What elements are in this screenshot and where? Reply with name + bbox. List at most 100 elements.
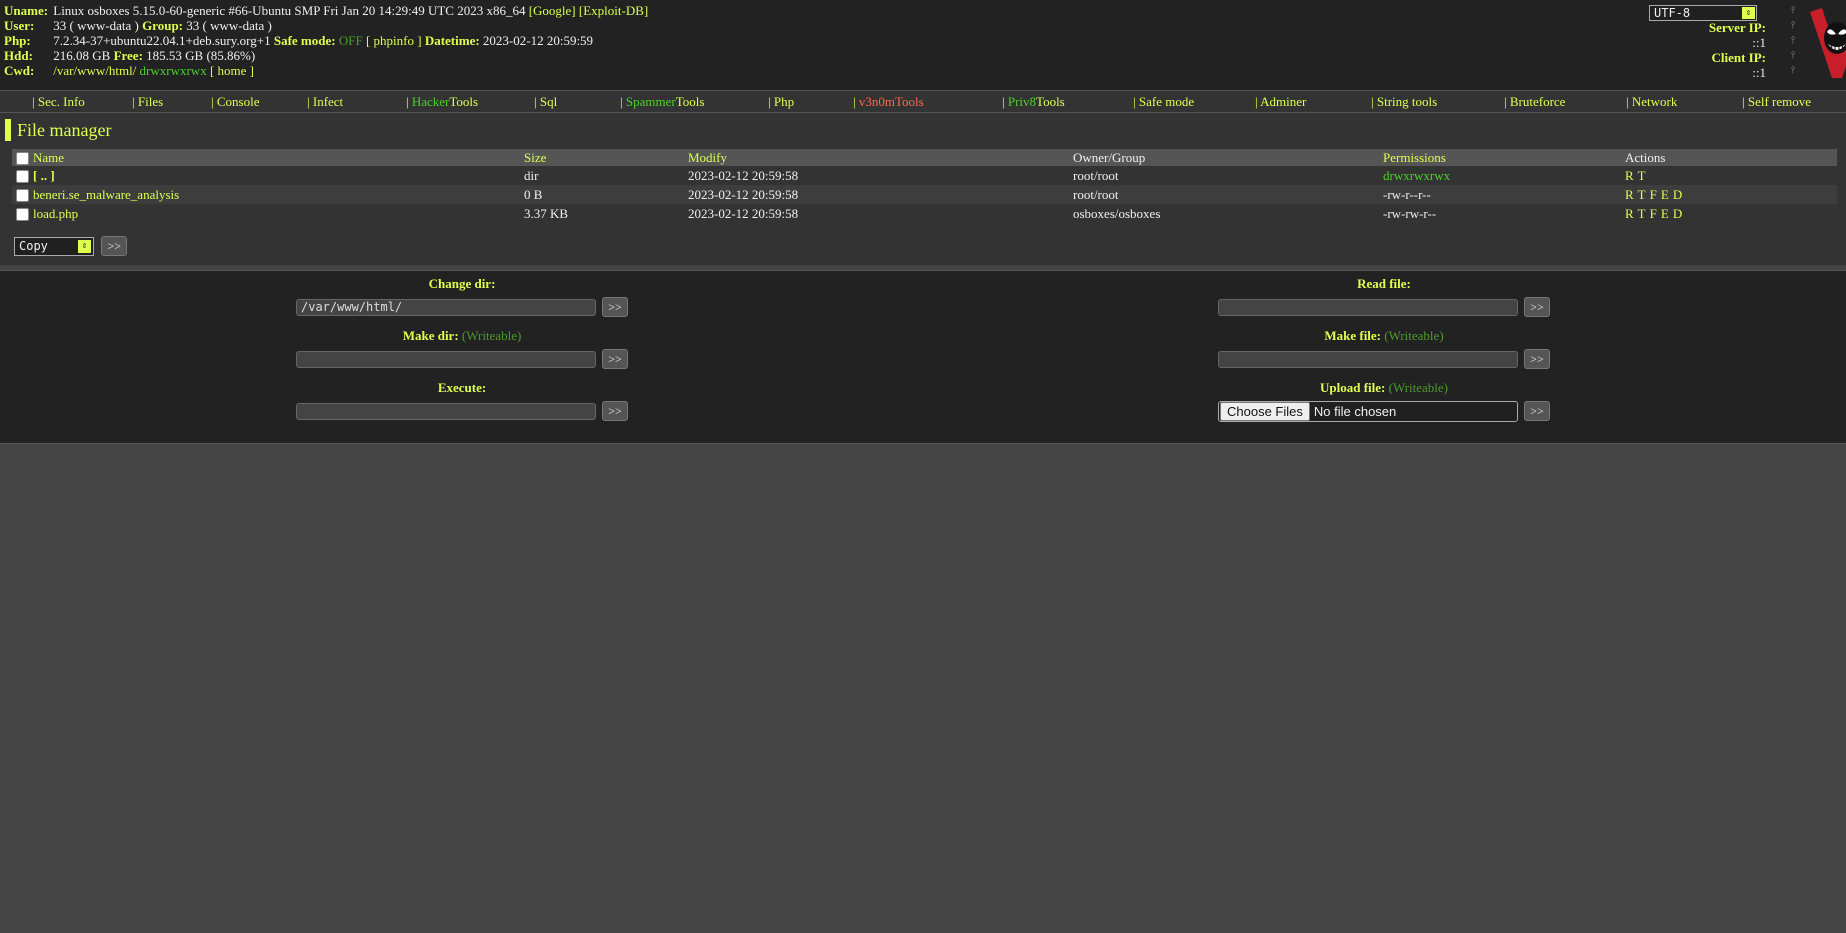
row-checkbox[interactable] (16, 189, 29, 203)
free-label: Free: (113, 48, 143, 63)
make-dir-go-button[interactable]: >> (602, 349, 628, 369)
upload-file-label: Upload file: (1319, 380, 1386, 395)
menu-network[interactable]: | Network (1626, 94, 1677, 110)
action-rename[interactable]: R (1625, 187, 1634, 202)
read-file-go-button[interactable]: >> (1524, 297, 1550, 317)
execute-input[interactable] (296, 402, 596, 420)
uname-row: Uname: Linux osboxes 5.15.0-60-generic #… (4, 3, 648, 18)
file-modify: 2023-02-12 20:59:58 (684, 185, 1069, 204)
file-name-link[interactable]: load.php (33, 206, 78, 221)
charset-value: UTF-8 (1654, 6, 1691, 20)
make-file-go-button[interactable]: >> (1524, 349, 1550, 369)
exploitdb-link[interactable]: [Exploit-DB] (579, 3, 648, 18)
select-all-checkbox[interactable] (16, 152, 29, 166)
cwd-row: Cwd: /var/www/html/ drwxrwxrwx [ home ] (4, 63, 648, 78)
menu-sql[interactable]: | Sql (534, 94, 557, 110)
menu-spammer-tools[interactable]: | SpammerTools (620, 94, 704, 110)
file-perms[interactable]: drwxrwxrwx (1379, 166, 1621, 185)
file-size: 0 B (520, 185, 684, 204)
tools-forms: Change dir: /var/www/html/ >> Read file:… (0, 270, 1846, 444)
choose-files-button[interactable]: Choose Files (1220, 401, 1310, 421)
change-dir-input[interactable]: /var/www/html/ (296, 298, 596, 316)
menu-safe-mode[interactable]: | Safe mode (1133, 94, 1194, 110)
col-modify[interactable]: Modify (684, 149, 1069, 166)
file-actions: RT (1621, 166, 1837, 185)
safe-mode-label: Safe mode: (273, 33, 336, 48)
file-modify: 2023-02-12 20:59:58 (684, 204, 1069, 223)
phpinfo-link[interactable]: [ phpinfo ] (366, 33, 422, 48)
make-file-input[interactable] (1218, 350, 1518, 368)
table-row: load.php 3.37 KB 2023-02-12 20:59:58 osb… (12, 204, 1837, 223)
datetime-label: Datetime: (424, 33, 480, 48)
file-name-link[interactable]: beneri.se_malware_analysis (33, 187, 179, 202)
menu-priv8-tools[interactable]: | Priv8Tools (1002, 94, 1065, 110)
action-download[interactable]: D (1673, 187, 1682, 202)
action-edit[interactable]: E (1661, 206, 1669, 221)
action-rename[interactable]: R (1625, 168, 1634, 183)
upload-go-button[interactable]: >> (1524, 401, 1550, 421)
row-checkbox[interactable] (16, 208, 29, 222)
col-size[interactable]: Size (520, 149, 684, 166)
user-value: 33 ( www-data ) (53, 18, 139, 33)
read-file-form: Read file: >> (1214, 275, 1554, 321)
menu-sec-info[interactable]: | Sec. Info (32, 94, 85, 110)
menu-self-remove[interactable]: | Self remove (1742, 94, 1811, 110)
google-link[interactable]: [Google] (529, 3, 576, 18)
menu-adminer[interactable]: | Adminer (1255, 94, 1306, 110)
upload-file-input[interactable]: Choose Files No file chosen (1218, 400, 1518, 422)
file-owner: osboxes/osboxes (1069, 204, 1379, 223)
make-dir-input[interactable] (296, 350, 596, 368)
col-actions: Actions (1621, 149, 1837, 166)
action-touch[interactable]: T (1638, 206, 1646, 221)
menu-bruteforce[interactable]: | Bruteforce (1504, 94, 1565, 110)
menu-files[interactable]: | Files (132, 94, 163, 110)
menu-string-tools[interactable]: | String tools (1371, 94, 1437, 110)
col-permissions[interactable]: Permissions (1379, 149, 1621, 166)
select-arrows-icon: ⇕ (1742, 7, 1755, 19)
change-dir-form: Change dir: /var/www/html/ >> (292, 275, 632, 321)
make-file-label: Make file: (1324, 328, 1382, 343)
file-actions: RTFED (1621, 185, 1837, 204)
file-name-link[interactable]: [ .. ] (33, 168, 55, 183)
server-info: Uname: Linux osboxes 5.15.0-60-generic #… (4, 3, 648, 78)
file-perms[interactable]: -rw-r--r-- (1379, 185, 1621, 204)
home-link[interactable]: [ home ] (210, 63, 254, 78)
server-info-header: Uname: Linux osboxes 5.15.0-60-generic #… (0, 0, 1846, 90)
action-touch[interactable]: T (1638, 187, 1646, 202)
row-checkbox[interactable] (16, 170, 29, 184)
header-right: UTF-8 ⇕ Server IP: ::1 Client IP: ::1 ⫯ ⫯… (1606, 0, 1846, 90)
file-modify: 2023-02-12 20:59:58 (684, 166, 1069, 185)
execute-go-button[interactable]: >> (602, 401, 628, 421)
menu-infect[interactable]: | Infect (307, 94, 343, 110)
change-dir-label: Change dir: (428, 276, 496, 291)
action-frame[interactable]: F (1650, 187, 1657, 202)
action-edit[interactable]: E (1661, 187, 1669, 202)
file-perms[interactable]: -rw-rw-r-- (1379, 204, 1621, 223)
server-ip-value: ::1 (1752, 35, 1766, 50)
action-frame[interactable]: F (1650, 206, 1657, 221)
php-label: Php: (4, 33, 31, 48)
bulk-action-go-button[interactable]: >> (101, 236, 128, 256)
main-menu: | Sec. Info | Files | Console | Infect |… (0, 90, 1846, 113)
action-rename[interactable]: R (1625, 206, 1634, 221)
hdd-row: Hdd: 216.08 GB Free: 185.53 GB (85.86%) (4, 48, 648, 63)
charset-select[interactable]: UTF-8 ⇕ (1649, 5, 1757, 21)
menu-v3n0m-tools[interactable]: | v3n0mTools (853, 94, 924, 110)
menu-hacker-tools[interactable]: | HackerTools (406, 94, 478, 110)
menu-console[interactable]: | Console (211, 94, 259, 110)
decorative-chain-icon: ⫯ ⫯ ⫯ ⫯ ⫯ (1790, 5, 1796, 76)
change-dir-go-button[interactable]: >> (602, 297, 628, 317)
action-download[interactable]: D (1673, 206, 1682, 221)
bulk-action-select[interactable]: Copy ⇕ (14, 236, 94, 256)
make-dir-label: Make dir: (402, 328, 459, 343)
cwd-path-link[interactable]: /var/www/html/ (53, 63, 136, 78)
group-label: Group: (142, 18, 183, 33)
user-row: User: 33 ( www-data ) Group: 33 ( www-da… (4, 18, 648, 33)
execute-form: Execute: >> (292, 379, 632, 425)
menu-php[interactable]: | Php (768, 94, 794, 110)
action-touch[interactable]: T (1638, 168, 1646, 183)
read-file-input[interactable] (1218, 298, 1518, 316)
make-dir-form: Make dir: (Writeable) >> (292, 327, 632, 373)
select-arrows-icon: ⇕ (78, 239, 91, 253)
col-name[interactable]: Name (12, 149, 520, 166)
